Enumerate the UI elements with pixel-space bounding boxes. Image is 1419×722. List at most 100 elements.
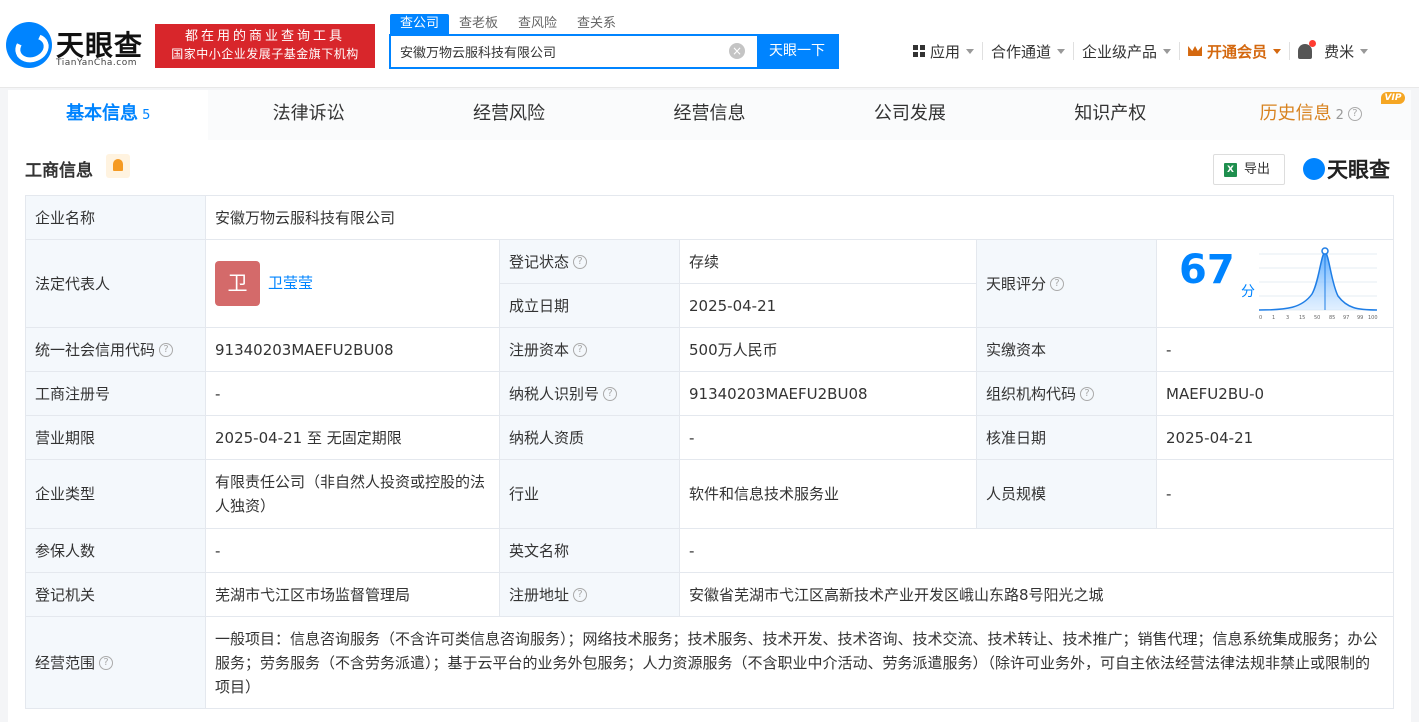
tax-id-label-cell: 纳税人识别号? <box>499 371 680 416</box>
help-icon[interactable]: ? <box>573 343 588 357</box>
search-tab-relation[interactable]: 查关系 <box>567 14 626 34</box>
export-button[interactable]: X 导出 <box>1213 154 1285 185</box>
company-name-value: 安徽万物云服科技有限公司 <box>204 195 1395 240</box>
nav-partners[interactable]: 合作通道 <box>983 42 1075 61</box>
tax-id-value: 91340203MAEFU2BU08 <box>679 371 977 416</box>
clear-icon[interactable]: × <box>729 43 745 59</box>
score-axis-tick: 50 <box>1314 315 1320 321</box>
found-date-label: 成立日期 <box>499 283 680 328</box>
approve-date-label: 核准日期 <box>976 415 1157 460</box>
tab-label: 知识产权 <box>1074 103 1147 124</box>
search-tab-company[interactable]: 查公司 <box>390 14 450 34</box>
term-value: 2025-04-21 至 无固定期限 <box>205 415 500 460</box>
bell-alert-icon[interactable] <box>106 154 130 178</box>
table-row: 法定代表人 卫卫莹莹 登记状态? 存续 天眼评分? 67 分 0 1 3 15 … <box>25 239 1395 328</box>
score-unit: 分 <box>1241 284 1255 300</box>
tab-label: 公司发展 <box>873 103 946 124</box>
tab-label: 法律诉讼 <box>272 103 345 124</box>
tab-development[interactable]: 公司发展 <box>809 90 1011 140</box>
user-name: 费米 <box>1324 42 1355 61</box>
tab-legal[interactable]: 法律诉讼 <box>208 90 409 140</box>
tab-history[interactable]: 历史信息 2? VIP <box>1210 90 1411 140</box>
crown-icon <box>1188 46 1203 56</box>
legal-rep-link[interactable]: 卫莹莹 <box>268 274 313 292</box>
authority-value: 芜湖市弋江区市场监督管理局 <box>205 572 500 617</box>
nav-partners-label: 合作通道 <box>991 42 1052 61</box>
nav-apps-label: 应用 <box>930 42 961 61</box>
company-name-label: 企业名称 <box>25 195 206 240</box>
logo-eye-icon <box>1303 158 1325 180</box>
help-icon[interactable]: ? <box>99 656 114 670</box>
help-icon[interactable]: ? <box>573 588 588 602</box>
search-input[interactable] <box>391 36 731 67</box>
table-row: 企业类型 有限责任公司（非自然人投资或控股的法人独资） 行业 软件和信息技术服务… <box>25 459 1395 529</box>
score-curve <box>1259 252 1377 310</box>
promo-line2: 国家中小企业发展子基金旗下机构 <box>171 47 359 61</box>
scope-label: 经营范围 <box>35 653 96 672</box>
reg-capital-value: 500万人民币 <box>679 327 977 372</box>
approve-date-value: 2025-04-21 <box>1155 415 1395 460</box>
score-axis-tick: 100 <box>1368 315 1378 321</box>
search-tab-boss[interactable]: 查老板 <box>449 14 508 34</box>
reg-no-label: 工商注册号 <box>25 371 206 416</box>
address-label: 注册地址 <box>509 585 570 604</box>
help-icon[interactable]: ? <box>1080 387 1095 401</box>
nav-enterprise[interactable]: 企业级产品 <box>1074 42 1181 61</box>
tab-label: 历史信息 <box>1259 103 1332 124</box>
nav-vip[interactable]: 开通会员 <box>1180 42 1291 61</box>
search-box: × 天眼一下 <box>389 34 839 69</box>
score-axis-tick: 85 <box>1329 315 1335 321</box>
search-type-tabs: 查公司 查老板 查风险 查关系 <box>390 14 626 34</box>
help-icon[interactable]: ? <box>573 255 588 269</box>
tab-ip[interactable]: 知识产权 <box>1010 90 1211 140</box>
logo[interactable]: 天眼查 TianYanCha.com <box>6 22 151 72</box>
legal-rep-label: 法定代表人 <box>25 239 206 328</box>
en-name-label: 英文名称 <box>499 528 680 573</box>
help-icon[interactable]: ? <box>603 387 618 401</box>
tab-label: 经营信息 <box>673 103 746 124</box>
paid-capital-label: 实缴资本 <box>976 327 1157 372</box>
vip-badge: VIP <box>1380 92 1406 104</box>
insured-label: 参保人数 <box>25 528 206 573</box>
bell-icon[interactable] <box>1298 39 1317 59</box>
industry-value: 软件和信息技术服务业 <box>679 459 977 529</box>
score-cell[interactable]: 67 分 0 1 3 15 50 85 97 99 100 <box>1155 239 1395 328</box>
term-label: 营业期限 <box>25 415 206 460</box>
help-icon[interactable]: ? <box>1347 107 1362 121</box>
tab-operation[interactable]: 经营信息 <box>609 90 810 140</box>
brand-watermark: 天眼查 <box>1303 154 1390 184</box>
type-value: 有限责任公司（非自然人投资或控股的法人独资） <box>205 459 500 529</box>
business-info-panel: 工商信息 X 导出 天眼查 企业名称 安徽万物云服科技有限公司 法定代表人 卫卫… <box>8 140 1411 722</box>
reg-capital-label-cell: 注册资本? <box>499 327 680 372</box>
search-tab-risk[interactable]: 查风险 <box>508 14 567 34</box>
caret-down-icon <box>1057 48 1066 54</box>
search-button[interactable]: 天眼一下 <box>757 36 837 67</box>
caret-down-icon <box>966 48 975 54</box>
promo-banner[interactable]: 都在用的商业查询工具 国家中小企业发展子基金旗下机构 <box>155 24 375 68</box>
table-row: 企业名称 安徽万物云服科技有限公司 <box>25 195 1395 240</box>
caret-down-icon <box>1360 48 1369 54</box>
address-label-cell: 注册地址? <box>499 572 680 617</box>
top-header: 天眼查 TianYanCha.com 都在用的商业查询工具 国家中小企业发展子基… <box>0 0 1419 88</box>
reg-status-value: 存续 <box>679 239 977 284</box>
avatar[interactable]: 卫 <box>215 261 260 306</box>
help-icon[interactable]: ? <box>159 343 174 357</box>
legal-rep-cell: 卫卫莹莹 <box>205 239 500 328</box>
tab-risk[interactable]: 经营风险 <box>408 90 610 140</box>
table-row: 统一社会信用代码? 91340203MAEFU2BU08 注册资本? 500万人… <box>25 327 1395 372</box>
tab-basic-info[interactable]: 基本信息 5 <box>8 90 209 140</box>
industry-label: 行业 <box>499 459 680 529</box>
taxpayer-value: - <box>679 415 977 460</box>
table-row: 登记机关 芜湖市弋江区市场监督管理局 注册地址? 安徽省芜湖市弋江区高新技术产业… <box>25 572 1395 617</box>
grid-icon <box>913 45 925 57</box>
reg-status-label: 登记状态 <box>509 252 570 271</box>
org-code-value: MAEFU2BU-0 <box>1155 371 1395 416</box>
score-marker <box>1321 247 1329 255</box>
reg-capital-label: 注册资本 <box>509 340 570 359</box>
nav-user[interactable]: 费米 <box>1290 39 1376 61</box>
score-axis-tick: 3 <box>1286 315 1289 321</box>
nav-apps[interactable]: 应用 <box>905 42 984 61</box>
help-icon[interactable]: ? <box>1050 277 1065 291</box>
top-nav: 应用 合作通道 企业级产品 开通会员 费米 <box>905 39 1376 62</box>
address-value: 安徽省芜湖市弋江区高新技术产业开发区峨山东路8号阳光之城 <box>678 572 1395 617</box>
